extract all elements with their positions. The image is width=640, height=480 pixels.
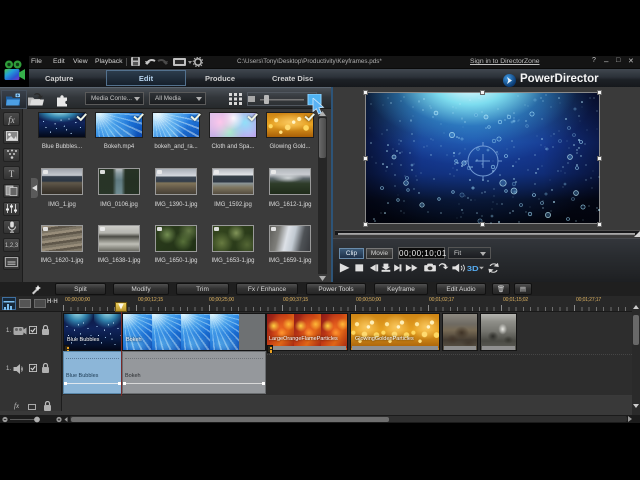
- svg-text:3D: 3D: [467, 264, 479, 273]
